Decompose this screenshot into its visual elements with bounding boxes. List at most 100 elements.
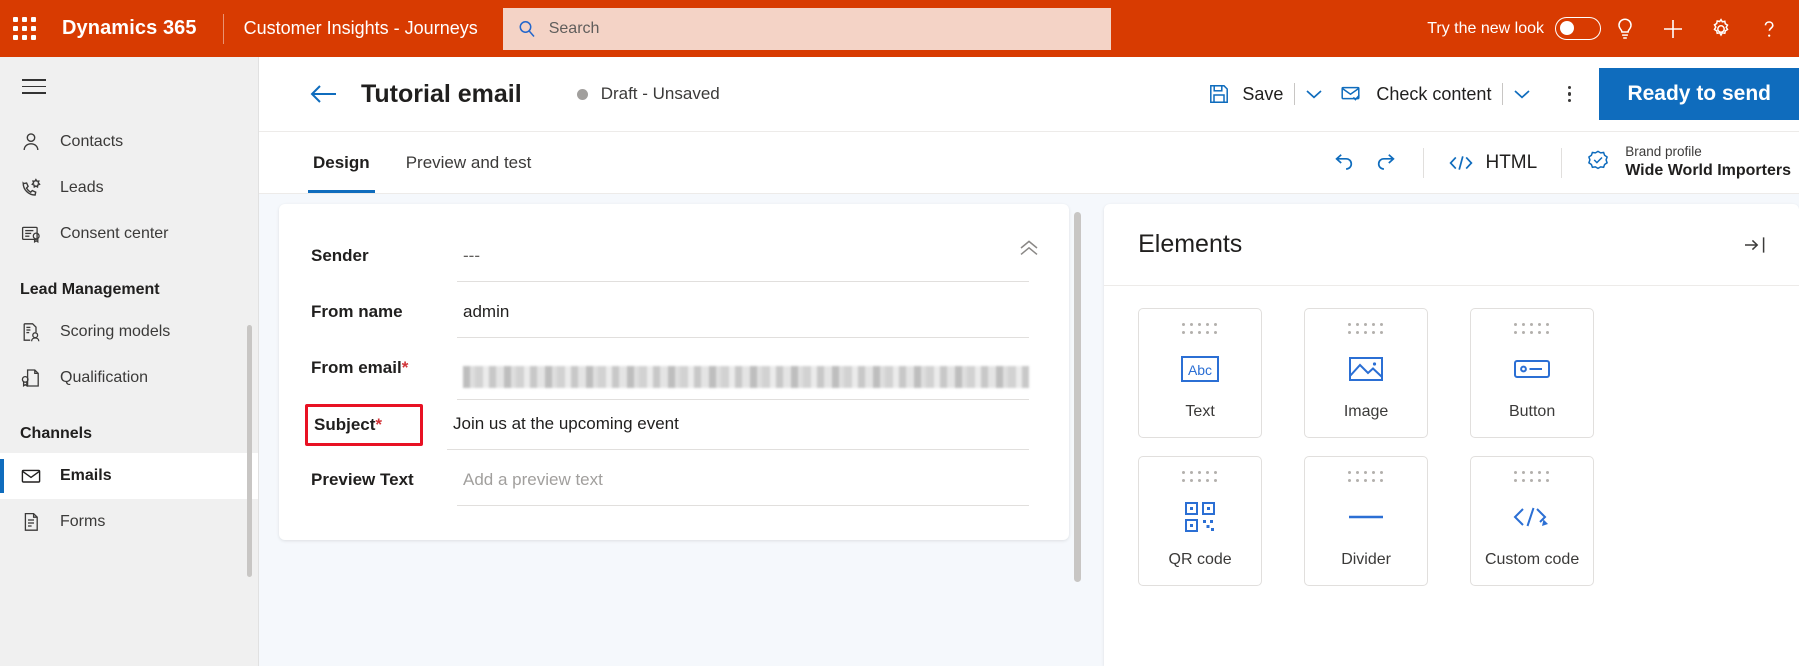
undo-icon[interactable] xyxy=(1321,140,1365,186)
check-content-button[interactable]: Check content xyxy=(1331,69,1500,119)
tools-divider-2 xyxy=(1561,147,1563,178)
search-wrapper: Search xyxy=(502,7,1111,50)
search-icon xyxy=(517,19,537,39)
element-tile-custom-code[interactable]: Custom code xyxy=(1470,456,1595,586)
sidebar-item-label: Scoring models xyxy=(60,322,171,340)
abc-text-icon: Abc xyxy=(1179,335,1221,403)
editor-scrollbar[interactable] xyxy=(1074,212,1082,582)
sidebar-item-qualification[interactable]: Qualification xyxy=(0,355,258,401)
try-new-look-toggle[interactable] xyxy=(1555,17,1601,40)
plus-icon[interactable] xyxy=(1649,0,1697,57)
element-tile-label: QR code xyxy=(1168,551,1232,568)
check-content-chevron-down-icon[interactable] xyxy=(1505,69,1539,119)
from-email-field[interactable] xyxy=(457,346,1029,400)
waffle-grid-icon xyxy=(12,17,36,40)
tools-divider-1 xyxy=(1423,147,1425,178)
element-tile-qr-code[interactable]: QR code xyxy=(1138,456,1263,586)
drag-handle-dots-icon[interactable] xyxy=(1514,323,1550,335)
brand-profile-button[interactable]: Brand profile Wide World Importers xyxy=(1576,137,1799,189)
more-vertical-icon[interactable] xyxy=(1549,69,1589,119)
sidebar-scrollbar[interactable] xyxy=(247,325,252,577)
element-tile-label: Image xyxy=(1343,403,1389,420)
sidebar-item-consent-center[interactable]: Consent center xyxy=(0,211,258,257)
hamburger-icon[interactable] xyxy=(0,57,258,119)
sidebar-item-label: Contacts xyxy=(60,132,124,150)
search-input[interactable]: Search xyxy=(502,7,1111,50)
product-brand[interactable]: Dynamics 365 xyxy=(48,17,197,40)
email-editor-column: Sender --- From name admin From email* S… xyxy=(279,204,1083,666)
element-tile-label: Divider xyxy=(1341,551,1391,568)
save-label: Save xyxy=(1242,83,1284,104)
app-module-name[interactable]: Customer Insights - Journeys xyxy=(244,18,478,39)
element-tile-divider[interactable]: Divider xyxy=(1304,456,1429,586)
field-label-sender: Sender xyxy=(311,234,457,266)
save-split-divider xyxy=(1294,83,1296,105)
element-tile-label: Button xyxy=(1508,403,1556,420)
brand-profile-value: Wide World Importers xyxy=(1625,161,1791,179)
sidebar-item-label: Forms xyxy=(60,512,106,530)
status-dot-icon xyxy=(576,88,588,100)
divider-line-icon xyxy=(1346,483,1386,551)
check-content-label: Check content xyxy=(1376,83,1492,104)
preview-text-field[interactable]: Add a preview text xyxy=(457,458,1029,506)
field-row-preview-text: Preview Text Add a preview text xyxy=(311,458,1029,514)
sidebar-item-emails[interactable]: Emails xyxy=(0,452,258,499)
back-arrow-icon[interactable] xyxy=(309,82,339,106)
search-placeholder: Search xyxy=(548,19,600,37)
required-marker: * xyxy=(401,358,409,377)
element-tile-image[interactable]: Image xyxy=(1304,308,1429,438)
field-row-sender: Sender --- xyxy=(311,234,1029,290)
double-chevron-up-icon[interactable] xyxy=(1017,238,1041,263)
drag-handle-dots-icon[interactable] xyxy=(1514,471,1550,483)
element-tile-label: Custom code xyxy=(1484,551,1580,568)
button-icon xyxy=(1512,335,1552,403)
sidebar-item-leads[interactable]: Leads xyxy=(0,165,258,211)
waffle-menu-button[interactable] xyxy=(0,0,48,57)
tab-bar: Design Preview and test HTML Brand profi… xyxy=(259,132,1799,194)
lightbulb-icon[interactable] xyxy=(1601,0,1649,57)
sidebar-item-forms[interactable]: Forms xyxy=(0,499,258,545)
command-bar: Tutorial email Draft - Unsaved Save Chec… xyxy=(259,57,1799,132)
ready-to-send-button[interactable]: Ready to send xyxy=(1599,68,1799,120)
tab-design[interactable]: Design xyxy=(304,132,379,193)
elements-panel-header: Elements xyxy=(1104,204,1799,286)
check-content-split-divider xyxy=(1502,83,1504,105)
drag-handle-dots-icon[interactable] xyxy=(1348,471,1384,483)
tab-preview-and-test[interactable]: Preview and test xyxy=(397,132,541,193)
top-bar-actions: Try the new look xyxy=(1427,0,1799,57)
field-label-text: Preview Text xyxy=(311,470,414,489)
drag-handle-dots-icon[interactable] xyxy=(1348,323,1384,335)
element-tile-button[interactable]: Button xyxy=(1470,308,1595,438)
redo-icon[interactable] xyxy=(1365,140,1409,186)
field-row-from-name: From name admin xyxy=(311,290,1029,346)
save-button[interactable]: Save xyxy=(1199,69,1292,119)
brand-profile-label: Brand profile xyxy=(1625,144,1702,160)
field-label-preview-text: Preview Text xyxy=(311,458,457,490)
qualification-document-icon xyxy=(20,367,46,389)
gear-icon[interactable] xyxy=(1697,0,1745,57)
email-header-card: Sender --- From name admin From email* S… xyxy=(279,204,1069,540)
scoring-document-icon xyxy=(20,321,46,343)
required-marker: * xyxy=(375,415,383,434)
code-brackets-icon xyxy=(1448,153,1474,173)
panel-expand-icon[interactable] xyxy=(1743,234,1769,256)
sender-field[interactable]: --- xyxy=(457,234,1029,282)
drag-handle-dots-icon[interactable] xyxy=(1182,471,1218,483)
drag-handle-dots-icon[interactable] xyxy=(1182,323,1218,335)
sidebar-item-contacts[interactable]: Contacts xyxy=(0,119,258,165)
from-name-field[interactable]: admin xyxy=(457,290,1029,338)
brand-divider xyxy=(222,13,224,44)
elements-tile-grid: Abc Text Image Button QR code Divider Cu… xyxy=(1104,286,1799,586)
html-button[interactable]: HTML xyxy=(1438,140,1547,186)
sidebar-item-scoring-models[interactable]: Scoring models xyxy=(0,309,258,355)
status-text: Draft - Unsaved xyxy=(600,84,720,103)
subject-field[interactable]: Join us at the upcoming event xyxy=(447,402,1029,450)
left-sidebar: Contacts Leads Consent center Lead Manag… xyxy=(0,57,259,666)
help-icon[interactable] xyxy=(1745,0,1793,57)
custom-code-icon xyxy=(1512,483,1552,551)
sidebar-group-channels: Channels xyxy=(20,424,93,442)
field-label-subject-highlighted: Subject* xyxy=(305,404,423,446)
html-label: HTML xyxy=(1485,151,1538,173)
element-tile-text[interactable]: Abc Text xyxy=(1138,308,1263,438)
save-chevron-down-icon[interactable] xyxy=(1297,69,1331,119)
